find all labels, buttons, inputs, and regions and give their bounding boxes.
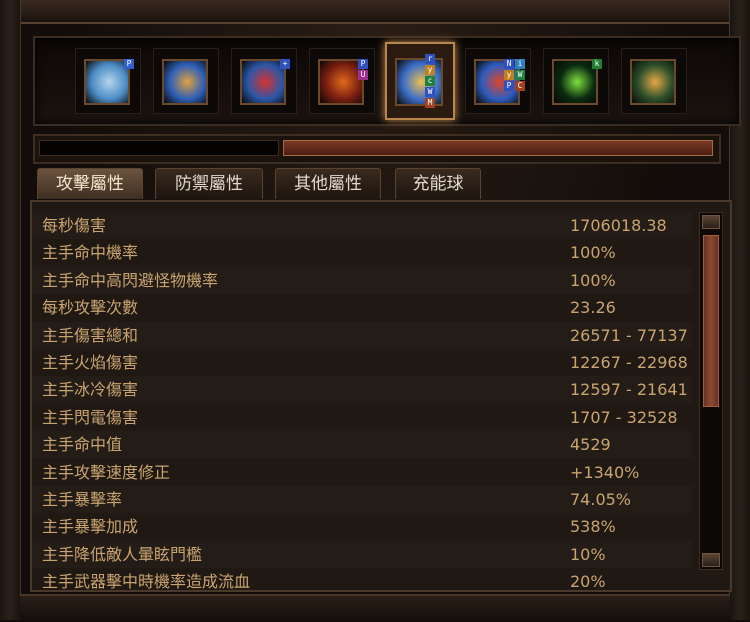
tab-other[interactable]: 其他屬性 [275, 168, 381, 199]
stat-row: 主手冰冷傷害 12597 - 21641 [32, 376, 692, 403]
rune-marker: c [425, 76, 435, 86]
stat-value: 12267 - 22968 [570, 353, 688, 372]
rune-icon [630, 59, 676, 105]
scroll-thumb[interactable] [703, 235, 719, 407]
rune-marker: r [425, 54, 435, 64]
rune-marker: P [124, 59, 134, 69]
stat-label: 主手閃電傷害 [42, 407, 139, 427]
stat-label: 主手火焰傷害 [42, 353, 139, 372]
stat-value: +1340% [570, 462, 640, 482]
stat-row: 主手攻擊速度修正 +1340% [32, 459, 692, 486]
stat-label: 主手降低敵人暈眩門檻 [42, 544, 203, 564]
rune-marker: y [504, 70, 514, 80]
skill-slot-8[interactable] [621, 48, 687, 114]
rune-marker: k [592, 59, 602, 69]
stat-label: 主手暴擊加成 [42, 517, 139, 537]
stat-label: 每秒攻擊次數 [42, 298, 139, 318]
stat-row: 主手火焰傷害 12267 - 22968 [32, 349, 692, 376]
stat-row: 主手閃電傷害 1707 - 32528 [32, 404, 692, 431]
window-bottom-border [20, 594, 730, 622]
skill-slot-1[interactable]: P [75, 48, 141, 114]
lightning-icon [395, 58, 443, 106]
stat-label: 主手武器擊中時機率造成流血 [42, 572, 251, 592]
stat-row: 每秒傷害 1706018.38 [32, 212, 692, 239]
rune-marker: y [425, 65, 435, 75]
window-left-border [0, 0, 21, 620]
rune-marker: P [358, 59, 368, 69]
stat-label: 主手暴擊率 [42, 490, 123, 509]
stat-row: 主手降低敵人暈眩門檻 10% [32, 541, 692, 568]
stat-row: 主手傷害總和 26571 - 77137 [32, 322, 692, 349]
scrollbar[interactable] [699, 212, 723, 570]
rune-marker: M [425, 98, 435, 108]
stat-value: 100% [570, 270, 616, 290]
tab-offense[interactable]: 攻擊屬性 [37, 168, 143, 199]
stat-value: 23.26 [570, 298, 616, 318]
stat-value: 1706018.38 [570, 216, 667, 235]
skill-bar: P + P Ur y c W M Ny Pi W Ck [33, 36, 741, 126]
stat-label: 主手命中高閃避怪物機率 [42, 270, 219, 290]
scroll-up-button[interactable] [702, 215, 720, 229]
skill-slot-6[interactable]: NyPiWC [465, 48, 531, 114]
rune-marker: N [504, 59, 514, 69]
stat-value: 1707 - 32528 [570, 407, 678, 427]
rune-marker: + [280, 59, 290, 69]
stat-label: 主手命中機率 [42, 243, 139, 263]
stat-label: 主手冰冷傷害 [42, 380, 139, 400]
skill-slot-3[interactable]: + [231, 48, 297, 114]
stat-row: 每秒攻擊次數 23.26 [32, 294, 692, 321]
stat-value: 26571 - 77137 [570, 325, 688, 345]
window-top-border [20, 0, 730, 24]
rune-marker: C [515, 81, 525, 91]
tab-charge-orbs[interactable]: 充能球 [395, 168, 481, 199]
vortex-icon [162, 59, 208, 105]
stat-label: 主手命中值 [42, 435, 123, 455]
stat-value: 12597 - 21641 [570, 380, 688, 400]
rune-marker: P [504, 81, 514, 91]
stat-row: 主手武器擊中時機率造成流血 20% [32, 568, 692, 592]
rune-marker: W [515, 70, 525, 80]
skill-slot-4[interactable]: PU [309, 48, 375, 114]
stats-panel: 每秒傷害 1706018.38 主手命中機率 100% 主手命中高閃避怪物機率 100% 每… [30, 200, 732, 592]
resource-bar [33, 134, 721, 164]
stat-row: 主手命中值 4529 [32, 431, 692, 458]
scroll-down-button[interactable] [702, 553, 720, 567]
resource-fill [283, 140, 713, 156]
stat-row: 主手命中機率 100% [32, 239, 692, 266]
rune-marker: U [358, 70, 368, 80]
rune-marker: i [515, 59, 525, 69]
stat-value: 20% [570, 572, 606, 592]
stat-label: 主手攻擊速度修正 [42, 462, 171, 482]
stat-value: 4529 [570, 435, 611, 455]
skill-slot-5[interactable]: rycWM [385, 42, 455, 120]
skill-slot-7[interactable]: k [543, 48, 609, 114]
tab-defense[interactable]: 防禦屬性 [155, 168, 263, 199]
stat-label: 主手傷害總和 [42, 325, 139, 345]
skill-slot-2[interactable] [153, 48, 219, 114]
stat-row: 主手命中高閃避怪物機率 100% [32, 267, 692, 294]
stat-row: 主手暴擊加成 538% [32, 513, 692, 540]
stat-row: 主手暴擊率 74.05% [32, 486, 692, 513]
resource-empty [39, 140, 279, 156]
rune-marker: W [425, 87, 435, 97]
stat-value: 100% [570, 243, 616, 263]
stat-value: 74.05% [570, 490, 632, 509]
stat-value: 10% [570, 544, 606, 564]
stat-label: 每秒傷害 [42, 216, 107, 235]
stat-value: 538% [570, 517, 616, 537]
